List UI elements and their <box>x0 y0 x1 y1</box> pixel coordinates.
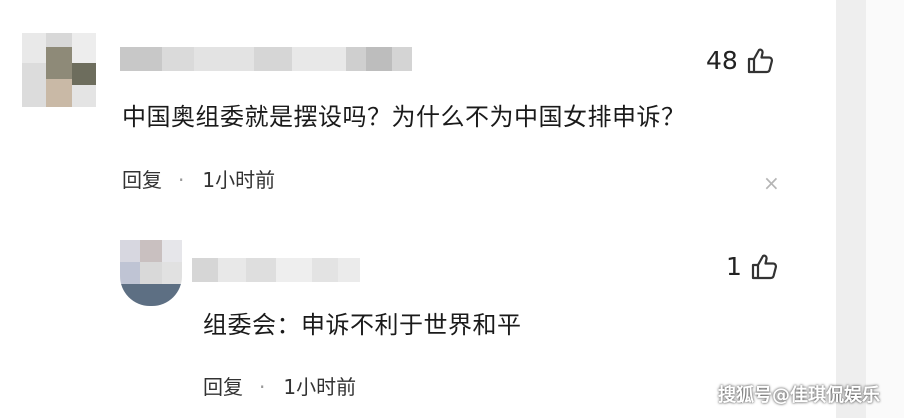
meta-separator: · <box>178 168 185 192</box>
close-icon[interactable]: × <box>763 173 780 193</box>
avatar[interactable] <box>22 33 96 107</box>
meta-separator: · <box>259 375 266 399</box>
thumbs-up-icon <box>747 48 773 74</box>
comment-meta: 回复 · 1小时前 <box>203 374 356 400</box>
comment-text: 组委会：申诉不利于世界和平 <box>203 311 522 339</box>
thumbs-up-icon <box>751 254 777 280</box>
username[interactable] <box>192 258 360 282</box>
comment-text: 中国奥组委就是摆设吗？为什么不为中国女排申诉？ <box>122 103 686 131</box>
watermark: 搜狐号@佳琪侃娱乐 <box>718 385 880 406</box>
like-count: 48 <box>706 46 738 75</box>
reply-button[interactable]: 回复 <box>203 374 243 400</box>
timestamp: 1小时前 <box>202 168 276 192</box>
like-count: 1 <box>726 252 742 281</box>
reply-button[interactable]: 回复 <box>122 167 162 193</box>
like-button[interactable]: 48 <box>706 47 774 75</box>
scrollbar-track[interactable] <box>836 0 866 418</box>
comment-meta: 回复 · 1小时前 <box>122 167 275 193</box>
like-button[interactable]: 1 <box>726 253 778 281</box>
right-pane <box>866 0 904 418</box>
timestamp: 1小时前 <box>283 375 357 399</box>
avatar[interactable] <box>120 240 182 306</box>
username[interactable] <box>120 47 412 71</box>
